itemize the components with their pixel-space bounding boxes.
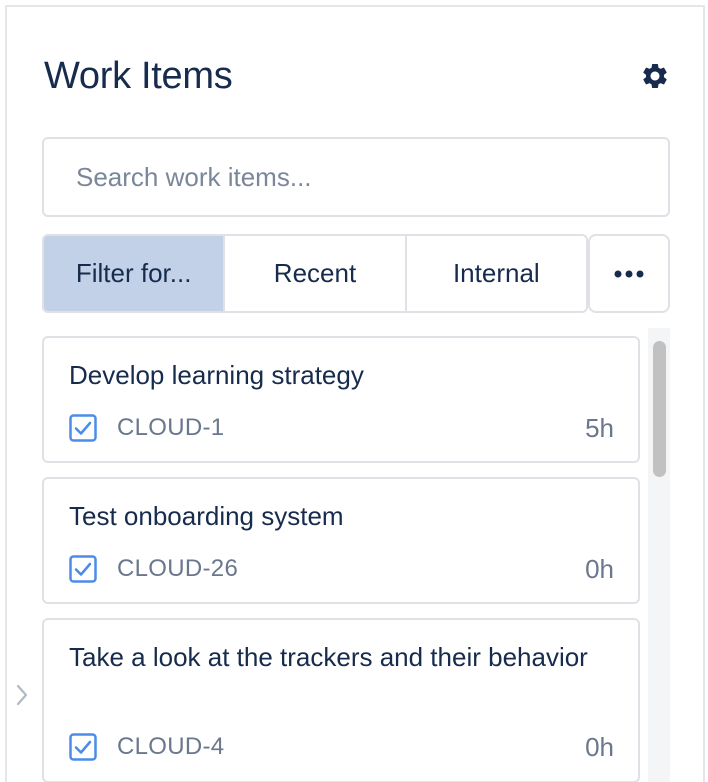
search-input[interactable]: [42, 137, 670, 217]
work-item-card[interactable]: Develop learning strategy CLOUD-1 5h: [42, 336, 640, 463]
work-item-title: Test onboarding system: [69, 501, 344, 531]
checkbox-checked-icon: [69, 733, 97, 761]
tab-internal[interactable]: Internal: [407, 236, 586, 311]
scrollbar[interactable]: [648, 328, 670, 782]
tab-filter-for[interactable]: Filter for...: [44, 236, 226, 311]
work-item-meta: CLOUD-1 5h: [69, 413, 614, 443]
more-horizontal-icon: [614, 270, 644, 277]
work-item-meta: CLOUD-26 0h: [69, 554, 614, 584]
panel-title: Work Items: [44, 55, 233, 97]
work-item-key: CLOUD-1: [117, 414, 225, 441]
work-item-estimate: 5h: [585, 413, 614, 443]
more-button[interactable]: [588, 234, 670, 313]
work-item-estimate: 0h: [585, 554, 614, 584]
work-item-card[interactable]: Take a look at the trackers and their be…: [42, 618, 640, 782]
work-item-title: Take a look at the trackers and their be…: [69, 642, 588, 672]
checkbox-checked-icon: [69, 555, 97, 583]
tab-recent[interactable]: Recent: [225, 236, 407, 311]
work-item-card[interactable]: Test onboarding system CLOUD-26 0h: [42, 477, 640, 604]
tab-group: Filter for... Recent Internal: [42, 234, 588, 313]
gear-icon[interactable]: [640, 61, 670, 91]
panel-header: Work Items: [44, 51, 667, 101]
checkbox-checked-icon: [69, 414, 97, 442]
filter-tabs: Filter for... Recent Internal: [42, 234, 670, 313]
work-item-key: CLOUD-4: [117, 733, 225, 760]
work-item-estimate: 0h: [585, 732, 614, 762]
chevron-right-icon[interactable]: [14, 682, 30, 708]
work-items-list: Develop learning strategy CLOUD-1 5h Tes…: [42, 328, 670, 782]
work-item-meta: CLOUD-4 0h: [69, 732, 614, 762]
work-items-panel: Work Items Filter for... Recent Internal…: [5, 5, 705, 782]
work-item-title: Develop learning strategy: [69, 360, 364, 390]
scrollbar-thumb[interactable]: [653, 341, 666, 477]
work-item-key: CLOUD-26: [117, 555, 239, 582]
